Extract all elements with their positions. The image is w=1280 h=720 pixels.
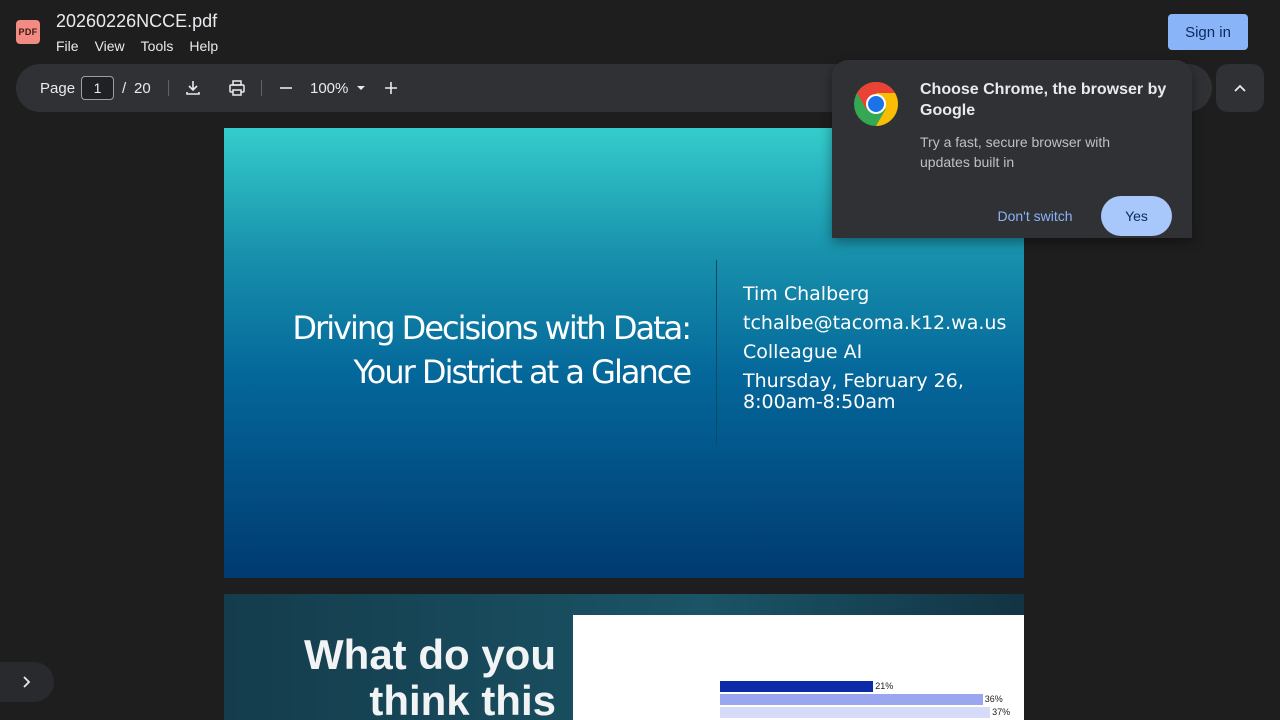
document-title[interactable]: 20260226NCCE.pdf — [56, 11, 217, 32]
slide-divider — [716, 260, 717, 444]
page-separator: / — [122, 80, 127, 97]
dont-switch-button[interactable]: Don't switch — [983, 196, 1087, 236]
chrome-logo-icon — [854, 82, 898, 126]
popup-title: Choose Chrome, the browser by Google — [920, 81, 1167, 119]
presenter-email: tchalbe@tacoma.k12.wa.us — [743, 312, 1007, 334]
slide-2-bar-chart: 21% 36% 37% — [573, 615, 1024, 720]
presenter-info: Tim Chalberg tchalbe@tacoma.k12.wa.us Co… — [743, 284, 1013, 421]
slide-title-line-1: Driving Decisions with Data: — [292, 309, 692, 347]
zoom-out-icon[interactable] — [274, 76, 298, 100]
collapse-toolbar-button[interactable] — [1216, 64, 1264, 112]
popup-body: Try a fast, secure browser with updates … — [920, 134, 1111, 170]
slide-2-title: What do you think this — [256, 632, 556, 720]
zoom-in-icon[interactable] — [379, 76, 403, 100]
pdf-app-icon: PDF — [16, 20, 40, 44]
chart-bar-label: 21% — [875, 681, 894, 691]
chart-bar — [720, 681, 874, 692]
chevron-up-icon — [1234, 84, 1246, 92]
chart-bar-label: 36% — [984, 694, 1003, 704]
yes-button[interactable]: Yes — [1101, 196, 1172, 236]
presentation-date: Thursday, February 26, 8:00am-8:50am — [743, 370, 964, 413]
chart-bar — [720, 707, 991, 718]
chevron-down-icon[interactable] — [349, 76, 373, 100]
slide-2-title-line-1: What do you — [304, 631, 556, 678]
menu-tools[interactable]: Tools — [141, 38, 174, 54]
zoom-level[interactable]: 100% — [310, 80, 348, 97]
total-pages: 20 — [134, 80, 151, 97]
chart-bar — [720, 694, 983, 705]
chevron-right-icon — [23, 676, 31, 688]
page-number-input[interactable]: 1 — [81, 76, 114, 100]
toolbar-divider — [261, 80, 262, 96]
print-icon[interactable] — [225, 76, 249, 100]
menu-file[interactable]: File — [56, 38, 79, 54]
slide-title: Driving Decisions with Data: Your Distri… — [250, 306, 692, 394]
menu-help[interactable]: Help — [189, 38, 218, 54]
chart-bar-label: 37% — [992, 707, 1011, 717]
menu-bar: File View Tools Help — [56, 38, 234, 54]
presenter-org: Colleague AI — [743, 341, 863, 363]
slide-2-title-line-2: think this — [369, 677, 556, 720]
pdf-page-2: What do you think this 21% 36% 37% — [224, 594, 1024, 720]
presenter-name: Tim Chalberg — [743, 283, 870, 305]
sidebar-toggle-button[interactable] — [0, 662, 54, 702]
sign-in-button[interactable]: Sign in — [1168, 14, 1248, 50]
slide-title-line-2: Your District at a Glance — [353, 353, 692, 391]
menu-view[interactable]: View — [95, 38, 125, 54]
toolbar-divider — [168, 80, 169, 96]
choose-chrome-popup: Choose Chrome, the browser by Google Try… — [832, 60, 1192, 238]
page-label: Page — [40, 80, 76, 97]
download-icon[interactable] — [181, 76, 205, 100]
